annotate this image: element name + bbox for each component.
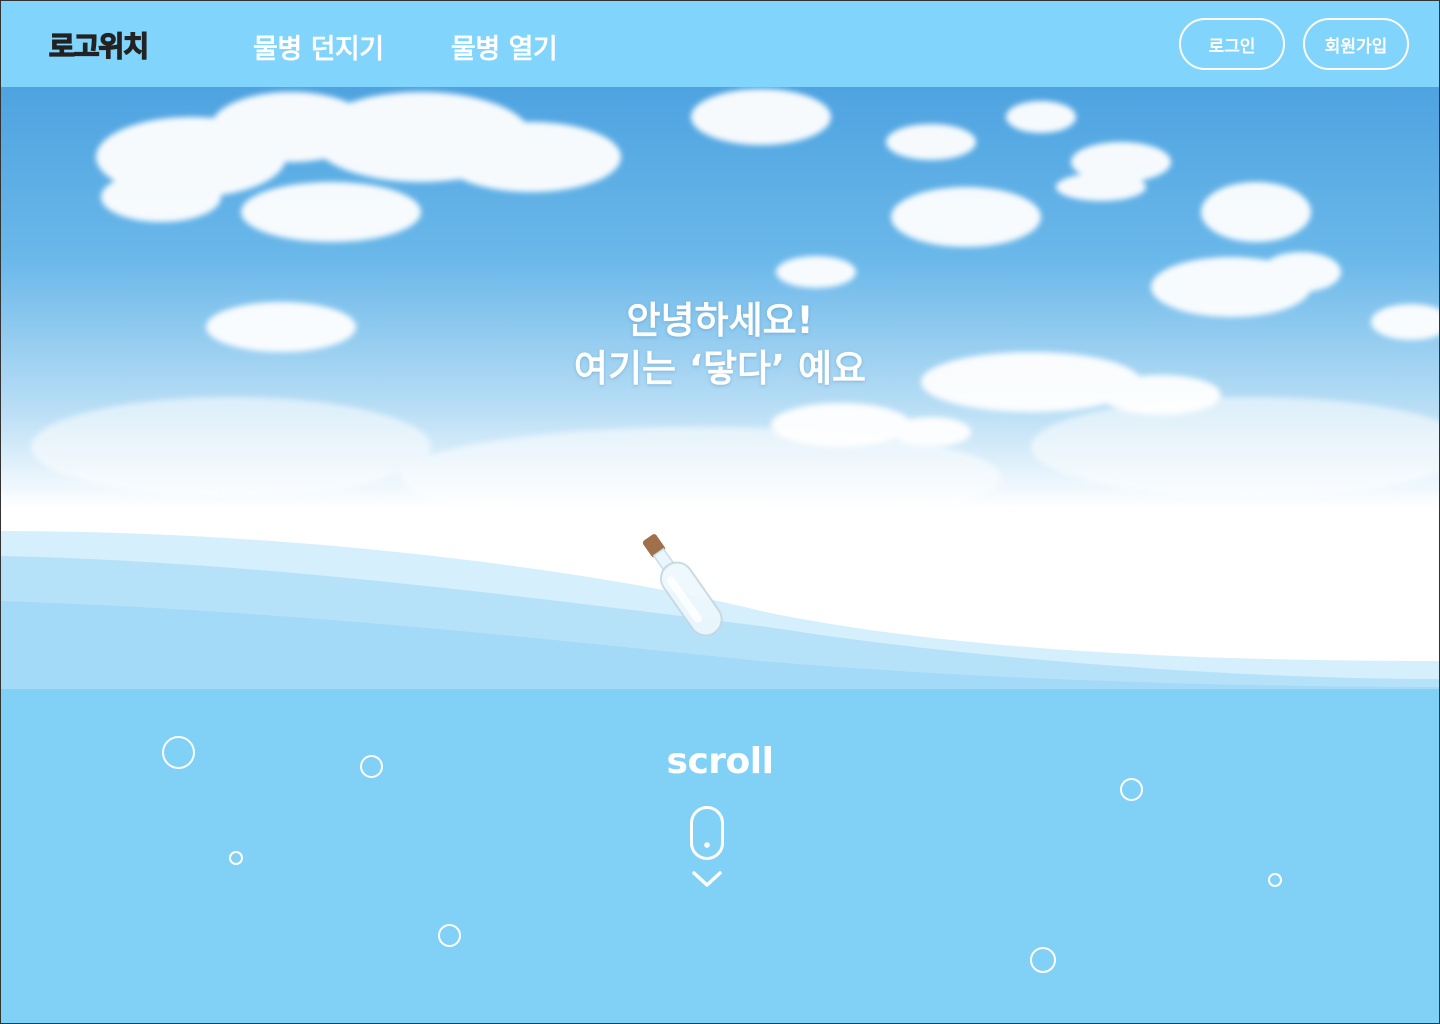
bubble-icon [1268, 873, 1282, 887]
bubble-icon [1030, 947, 1056, 973]
nav-open-bottle[interactable]: 물병 열기 [451, 27, 558, 66]
mouse-scroll-icon[interactable] [689, 805, 725, 891]
scroll-label[interactable]: scroll [1, 741, 1439, 782]
hero-title-line1: 안녕하세요! [626, 299, 814, 342]
message-bottle-icon [642, 534, 723, 637]
login-button[interactable]: 로그인 [1179, 18, 1285, 70]
bubble-icon [438, 924, 461, 947]
logo[interactable]: 로고위치 [48, 25, 149, 65]
nav-throw-bottle[interactable]: 물병 던지기 [253, 27, 384, 66]
page-frame: 로고위치 물병 던지기 물병 열기 로그인 회원가입 안녕하세요! 여기는 ‘닿… [0, 0, 1440, 1024]
signup-button[interactable]: 회원가입 [1303, 18, 1409, 70]
top-navbar: 로고위치 물병 던지기 물병 열기 로그인 회원가입 [1, 1, 1439, 87]
hero-title: 안녕하세요! 여기는 ‘닿다’ 예요 [1, 297, 1439, 393]
bubble-icon [229, 851, 243, 865]
hero-title-line2: 여기는 ‘닿다’ 예요 [573, 347, 867, 390]
